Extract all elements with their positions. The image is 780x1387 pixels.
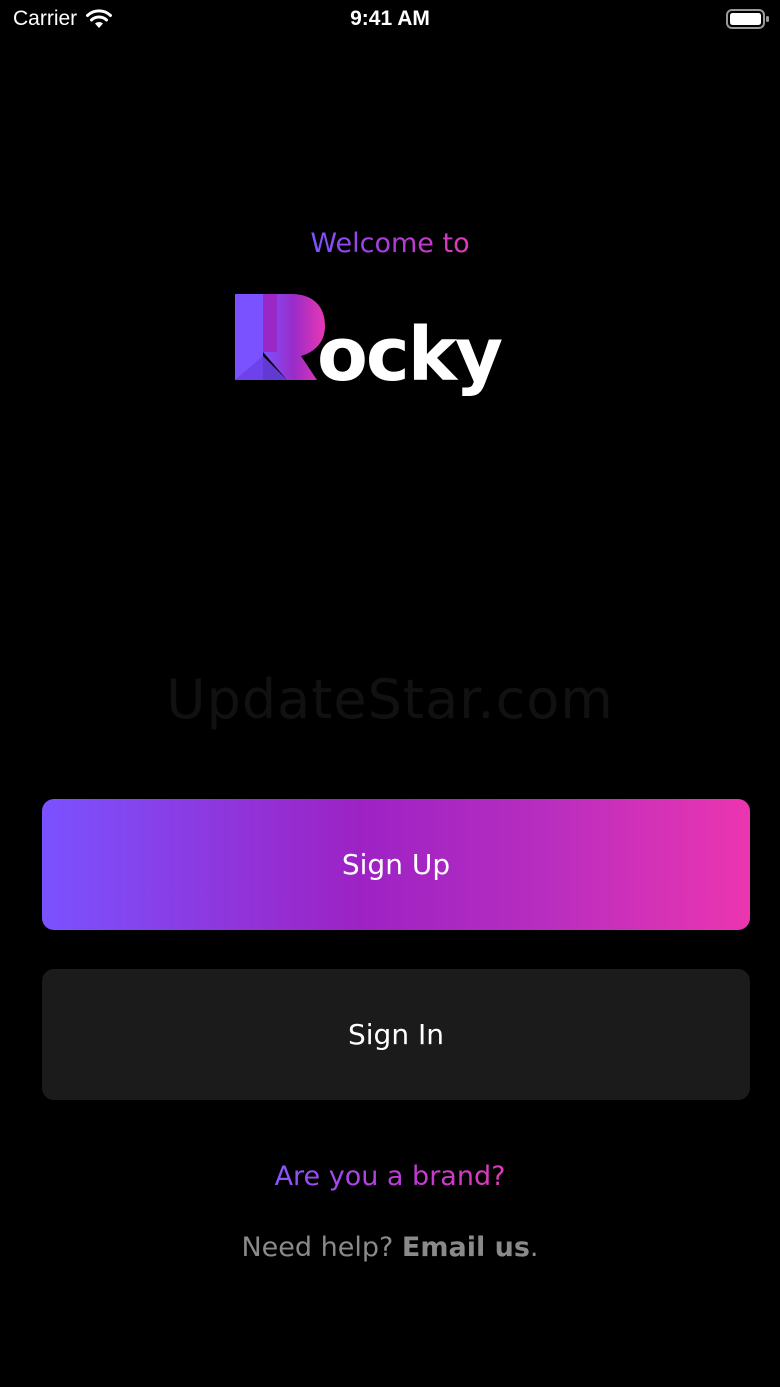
welcome-text: Welcome to <box>310 228 470 259</box>
rocky-logo: ocky <box>235 294 504 398</box>
brand-link[interactable]: Are you a brand? <box>275 1161 506 1192</box>
help-suffix: . <box>529 1232 539 1263</box>
email-us-link[interactable]: Email us <box>402 1232 530 1263</box>
sign-up-button[interactable]: Sign Up <box>42 799 750 930</box>
sign-in-button[interactable]: Sign In <box>42 969 750 1100</box>
svg-text:ocky: ocky <box>317 312 502 398</box>
help-prefix: Need help? <box>241 1232 394 1263</box>
battery-icon <box>726 9 769 29</box>
watermark-text: UpdateStar.com <box>166 668 614 731</box>
clock: 9:41 AM <box>350 7 430 30</box>
status-bar: Carrier 9:41 AM <box>0 0 780 40</box>
help-text: Need help? Email us. <box>0 1232 780 1263</box>
sign-in-label: Sign In <box>348 1018 444 1051</box>
sign-up-label: Sign Up <box>341 848 451 881</box>
